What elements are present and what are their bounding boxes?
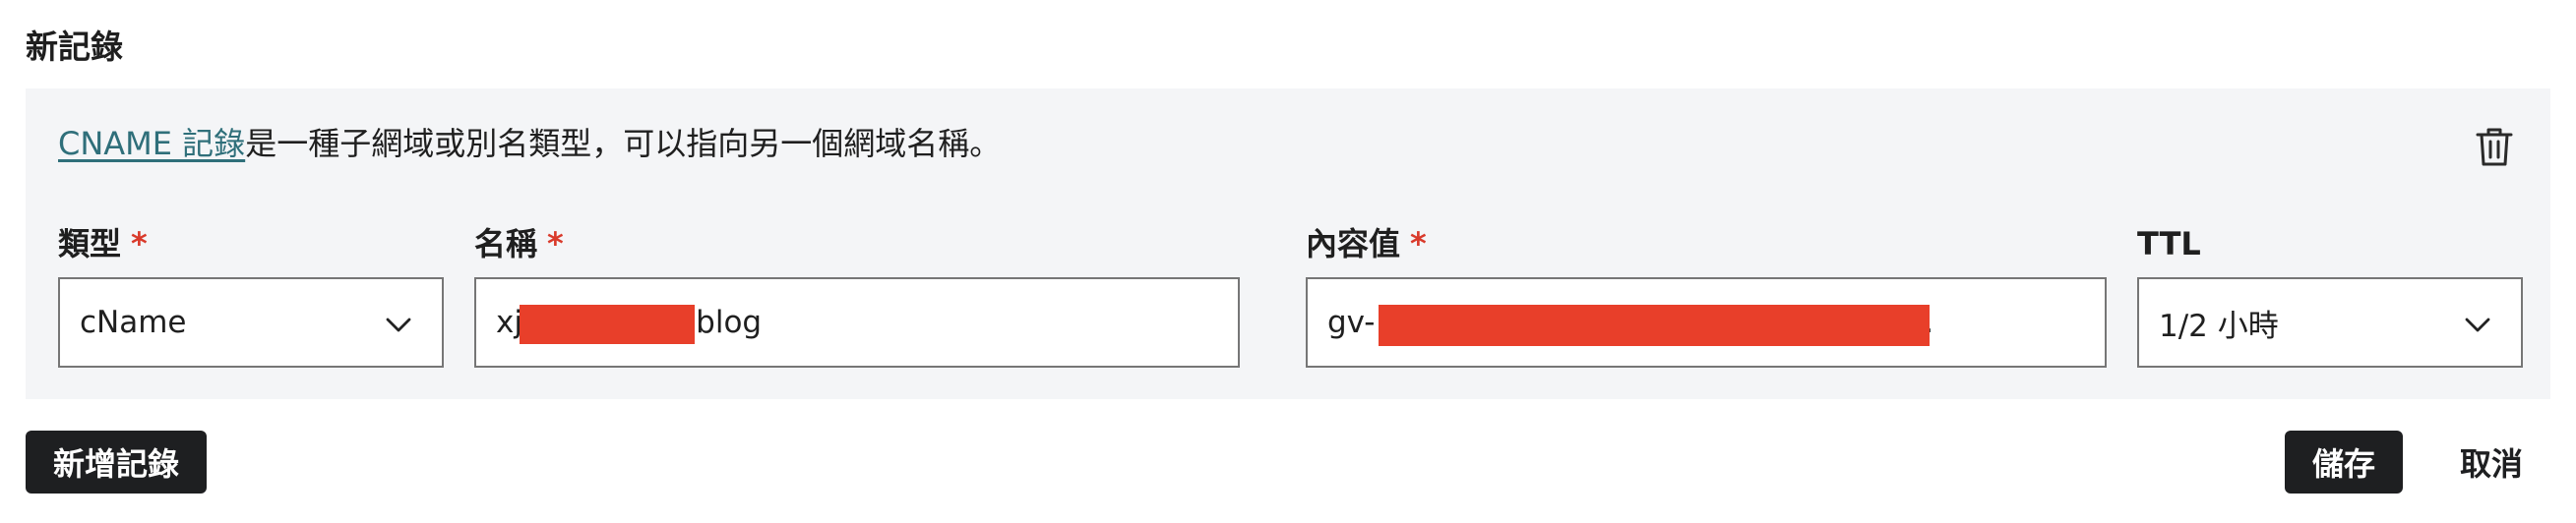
save-button[interactable]: 儲存 [2285, 431, 2403, 494]
content-input[interactable]: gv- . [1306, 277, 2107, 368]
add-record-button[interactable]: 新增記錄 [26, 431, 207, 494]
required-marker: * [547, 225, 564, 262]
chevron-down-icon [386, 318, 411, 332]
name-input[interactable]: xj x.blog [474, 277, 1240, 368]
section-title: 新記錄 [26, 28, 123, 66]
type-label: 類型 * [58, 225, 148, 262]
cancel-button[interactable]: 取消 [2438, 431, 2545, 494]
ttl-select-value: 1/2 小時 [2159, 308, 2279, 344]
name-value-prefix: xj [496, 305, 522, 340]
type-select[interactable]: cName [58, 277, 444, 368]
cname-record-link[interactable]: CNAME 記錄 [58, 125, 245, 162]
required-marker: * [1410, 225, 1427, 262]
record-editor-panel: CNAME 記錄是一種子網域或別名類型，可以指向另一個網域名稱。 類型 * cNa… [26, 88, 2550, 399]
record-type-description: CNAME 記錄是一種子網域或別名類型，可以指向另一個網域名稱。 [58, 124, 1001, 163]
content-label: 內容值 * [1306, 225, 1427, 262]
required-marker: * [131, 225, 148, 262]
chevron-down-icon [2465, 318, 2490, 332]
content-value-prefix: gv- [1327, 305, 1376, 340]
delete-record-button[interactable] [2472, 124, 2517, 169]
type-select-value: cName [80, 305, 187, 340]
redaction-bar [1379, 305, 1930, 346]
redaction-bar [520, 305, 695, 344]
trash-icon [2476, 128, 2513, 166]
ttl-label: TTL [2137, 225, 2201, 262]
ttl-select[interactable]: 1/2 小時 [2137, 277, 2523, 368]
description-text: 是一種子網域或別名類型，可以指向另一個網域名稱。 [245, 125, 1002, 162]
name-label: 名稱 * [474, 225, 564, 262]
